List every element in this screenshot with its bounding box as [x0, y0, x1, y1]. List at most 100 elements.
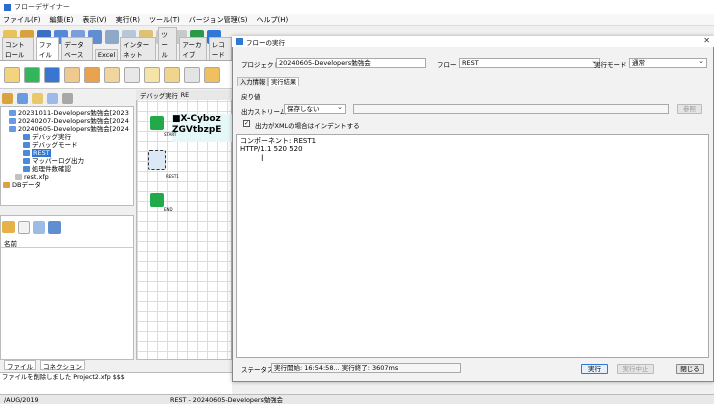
output-stream-select[interactable]: 保存しない: [284, 104, 346, 114]
menu-help[interactable]: ヘルプ(H): [257, 15, 289, 25]
component-icon[interactable]: [104, 66, 120, 83]
menu-bar: ファイル(F) 編集(E) 表示(V) 実行(R) ツール(T) バージョン管理…: [0, 14, 714, 26]
app-title: フローデザイナー: [14, 3, 70, 11]
indent-checkbox-label: 出力がXMLの場合はインデントする: [255, 122, 360, 130]
log-panel: ファイルを削除しました Project2.xfp $$$: [0, 372, 232, 394]
rest-node-label: REST1: [166, 174, 179, 179]
text-cursor-icon: I: [261, 154, 264, 164]
files-panel: [0, 215, 134, 360]
end-node-label: END: [164, 207, 173, 212]
tree-item[interactable]: マッパーログ出力: [1, 157, 133, 165]
mode-select[interactable]: 通常: [629, 58, 707, 68]
menu-version[interactable]: バージョン管理(S): [189, 15, 248, 25]
refresh-icon[interactable]: [48, 220, 61, 234]
canvas-tabs: デバッグ実行 RE: [136, 90, 232, 100]
component-category-tabs: コントロール ファイル データベース Excel インターネット ツール アーカ…: [0, 27, 232, 61]
flow-icon: [23, 166, 30, 172]
output-stream-label: 出力ストリーム: [241, 108, 287, 116]
tab-record[interactable]: レコード: [208, 37, 232, 60]
mode-label: 実行モード: [594, 61, 627, 69]
tab-excel[interactable]: Excel: [94, 49, 119, 60]
menu-view[interactable]: 表示(V): [82, 15, 106, 25]
tab-file[interactable]: ファイル: [35, 37, 60, 60]
component-icon[interactable]: [64, 66, 80, 83]
tab-input-info[interactable]: 入力情報: [237, 77, 269, 86]
flow-icon[interactable]: [32, 92, 43, 104]
tree-item[interactable]: rest.xfp: [1, 173, 133, 181]
close-button[interactable]: 閉じる: [676, 364, 704, 374]
tab-internet[interactable]: インターネット: [120, 37, 157, 60]
tab-tool[interactable]: ツール: [158, 27, 178, 60]
cut-icon[interactable]: [105, 30, 119, 44]
component-icon[interactable]: [24, 66, 40, 83]
folder-icon[interactable]: [2, 92, 13, 104]
status-field: 実行開始: 16:54:58... 実行終了: 3607ms: [271, 363, 461, 373]
component-icon[interactable]: [84, 66, 100, 83]
start-node-label: START: [164, 132, 177, 137]
dialog-titlebar: フローの実行 ✕: [232, 36, 714, 47]
component-icon[interactable]: [204, 66, 220, 83]
menu-file[interactable]: ファイル(F): [3, 15, 41, 25]
tree-item[interactable]: 20240605-Developers勉強会[2024: [1, 125, 133, 133]
flow-select[interactable]: REST: [459, 58, 600, 68]
tree-item-selected[interactable]: REST: [1, 149, 133, 157]
flow-icon: [23, 142, 30, 148]
indent-checkbox[interactable]: ✓: [243, 120, 250, 127]
output-path-field[interactable]: [353, 104, 669, 114]
flow-label: フロー: [437, 61, 457, 69]
component-icon[interactable]: [164, 66, 180, 83]
project-icon[interactable]: [17, 92, 28, 104]
new-file-icon[interactable]: [18, 220, 30, 234]
component-palette: [0, 61, 232, 89]
files-toolbar: [2, 218, 132, 236]
tree-item[interactable]: デバッグ実行: [1, 133, 133, 141]
component-icon[interactable]: [124, 66, 140, 83]
tab-debug-run[interactable]: デバッグ実行: [140, 91, 178, 100]
project-icon: [9, 118, 16, 124]
run-button[interactable]: 実行: [581, 364, 608, 374]
browse-button[interactable]: 参照: [677, 104, 702, 114]
flow-icon: [23, 150, 30, 156]
dialog-title: フローの実行: [246, 38, 285, 47]
tree-item[interactable]: 20240207-Developers勉強会[2024: [1, 117, 133, 125]
start-node[interactable]: [150, 116, 164, 130]
project-icon: [9, 126, 16, 132]
open-folder-icon[interactable]: [2, 221, 15, 233]
component-icon[interactable]: [184, 66, 200, 83]
overlay-line: ZGVtbzpE: [172, 125, 222, 135]
tab-archive[interactable]: アーカイブ: [179, 37, 207, 60]
folder-icon: [3, 182, 10, 188]
file-icon: [15, 174, 22, 180]
dialog-app-icon: [236, 38, 243, 45]
tree-item[interactable]: 20231011-Developers勉強会[2023: [1, 109, 133, 117]
settings-icon[interactable]: [62, 92, 73, 104]
tab-files[interactable]: ファイル: [4, 360, 36, 371]
files-column-name[interactable]: 名前: [1, 238, 133, 248]
project-field[interactable]: 20240605-Developers勉強会: [276, 58, 426, 68]
tree-item[interactable]: DBデータ: [1, 181, 133, 189]
tree-item[interactable]: デバッグモード: [1, 141, 133, 149]
menu-tools[interactable]: ツール(T): [149, 15, 180, 25]
tab-rest[interactable]: RE: [181, 92, 189, 99]
component-icon[interactable]: [4, 66, 20, 83]
tree-item[interactable]: 処理件数確認: [1, 165, 133, 173]
tab-run-result[interactable]: 実行結果: [268, 77, 300, 86]
menu-run[interactable]: 実行(R): [116, 15, 140, 25]
tab-connection[interactable]: コネクション: [40, 360, 85, 371]
close-icon[interactable]: ✕: [703, 36, 710, 45]
view-icon[interactable]: [47, 92, 58, 104]
copy-icon[interactable]: [33, 220, 45, 234]
result-output[interactable]: コンポーネント: REST1 HTTP/1.1 520 520 I: [236, 134, 709, 358]
project-toolbar: [2, 91, 132, 105]
menu-edit[interactable]: 編集(E): [50, 15, 74, 25]
overlay-line: ■X-Cyboz: [172, 114, 221, 124]
component-icon[interactable]: [144, 66, 160, 83]
status-label: ステータス: [241, 366, 274, 374]
tab-database[interactable]: データベース: [61, 37, 93, 60]
end-node[interactable]: [150, 193, 164, 207]
log-line: ファイルを削除しました Project2.xfp $$$: [2, 374, 125, 381]
stop-button[interactable]: 実行中止: [617, 364, 654, 374]
component-icon[interactable]: [44, 66, 60, 83]
tab-control[interactable]: コントロール: [2, 37, 34, 60]
rest-node[interactable]: [148, 150, 166, 170]
